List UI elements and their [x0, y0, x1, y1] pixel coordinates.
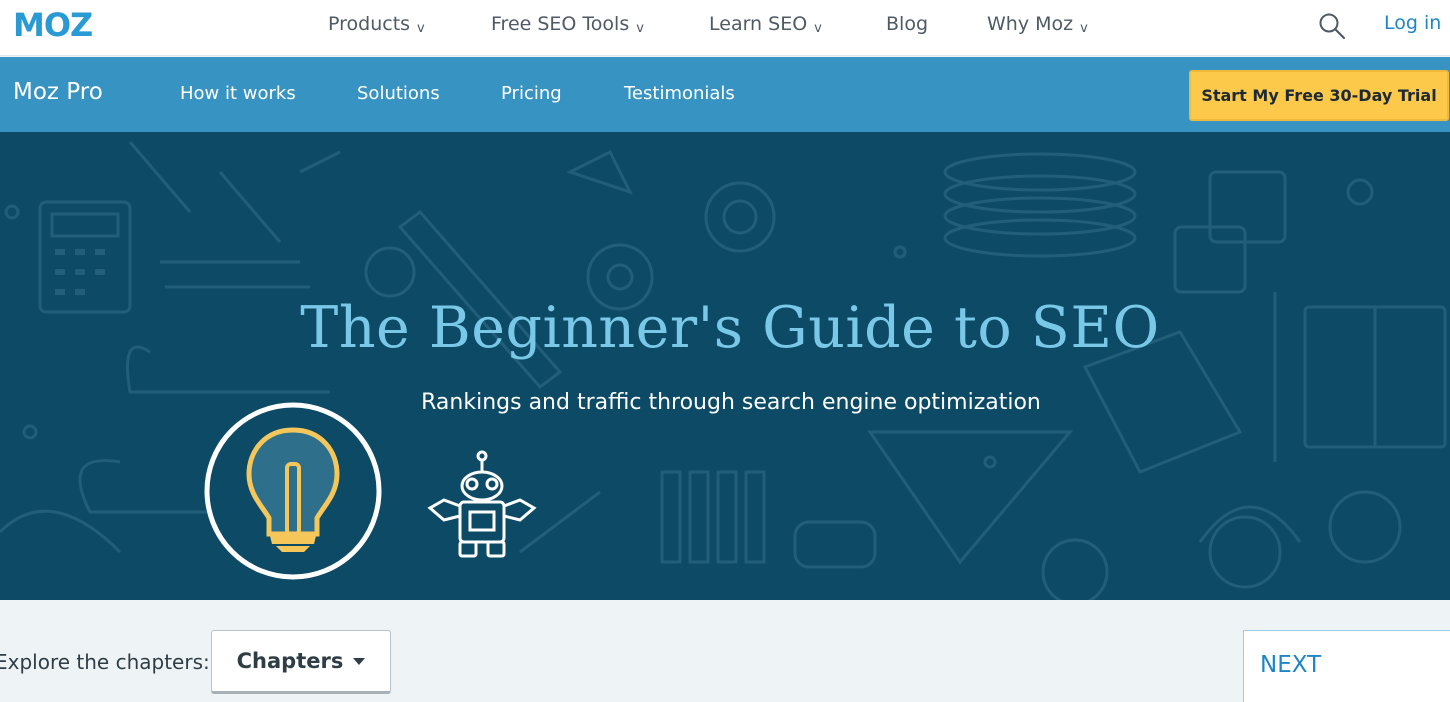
subnav-solutions[interactable]: Solutions: [357, 83, 440, 104]
chevron-down-icon: v: [1080, 21, 1088, 36]
nav-blog-label: Blog: [886, 13, 928, 35]
subnav-testimonials[interactable]: Testimonials: [624, 83, 735, 104]
search-icon[interactable]: [1318, 12, 1346, 40]
login-link[interactable]: Log in: [1384, 12, 1441, 34]
chapters-label: Chapters: [236, 649, 344, 673]
nav-free-seo-tools[interactable]: Free SEO Tools v: [491, 13, 644, 36]
free-trial-button[interactable]: Start My Free 30-Day Trial: [1189, 70, 1449, 121]
nav-why-moz[interactable]: Why Moz v: [987, 13, 1088, 36]
lightbulb-icon: [204, 402, 382, 580]
subnav-how-it-works[interactable]: How it works: [180, 83, 296, 104]
top-navigation: MOZ Products v Free SEO Tools v Learn SEO v…: [0, 0, 1450, 56]
nav-learn-seo-label: Learn SEO: [709, 13, 808, 35]
subnav-brand[interactable]: Moz Pro: [13, 79, 103, 105]
hero-banner: The Beginner's Guide to SEO Rankings and…: [0, 132, 1450, 600]
moz-logo[interactable]: MOZ: [13, 9, 118, 39]
next-label: NEXT: [1260, 652, 1322, 678]
subnav-pricing[interactable]: Pricing: [501, 83, 562, 104]
nav-products[interactable]: Products v: [328, 13, 425, 36]
nav-why-moz-label: Why Moz: [987, 13, 1074, 35]
page-title: The Beginner's Guide to SEO: [300, 295, 1160, 361]
nav-products-label: Products: [328, 13, 411, 35]
chapters-dropdown-button[interactable]: Chapters: [211, 630, 391, 694]
nav-blog[interactable]: Blog: [886, 13, 928, 35]
nav-free-seo-tools-label: Free SEO Tools: [491, 13, 630, 35]
robot-icon: [427, 450, 537, 558]
next-chapter-button[interactable]: NEXT: [1243, 630, 1450, 702]
explore-chapters-label: Explore the chapters:: [0, 650, 210, 674]
chevron-down-icon: v: [814, 21, 822, 36]
chevron-down-icon: v: [417, 21, 425, 36]
chevron-down-icon: v: [636, 21, 644, 36]
chapter-navigation-bar: Explore the chapters: Chapters NEXT: [0, 600, 1450, 702]
moz-logo-text: MOZ: [13, 9, 92, 39]
nav-learn-seo[interactable]: Learn SEO v: [709, 13, 822, 36]
caret-down-icon: [353, 657, 366, 665]
moz-pro-subnav: Moz Pro How it works Solutions Pricing T…: [0, 57, 1450, 132]
